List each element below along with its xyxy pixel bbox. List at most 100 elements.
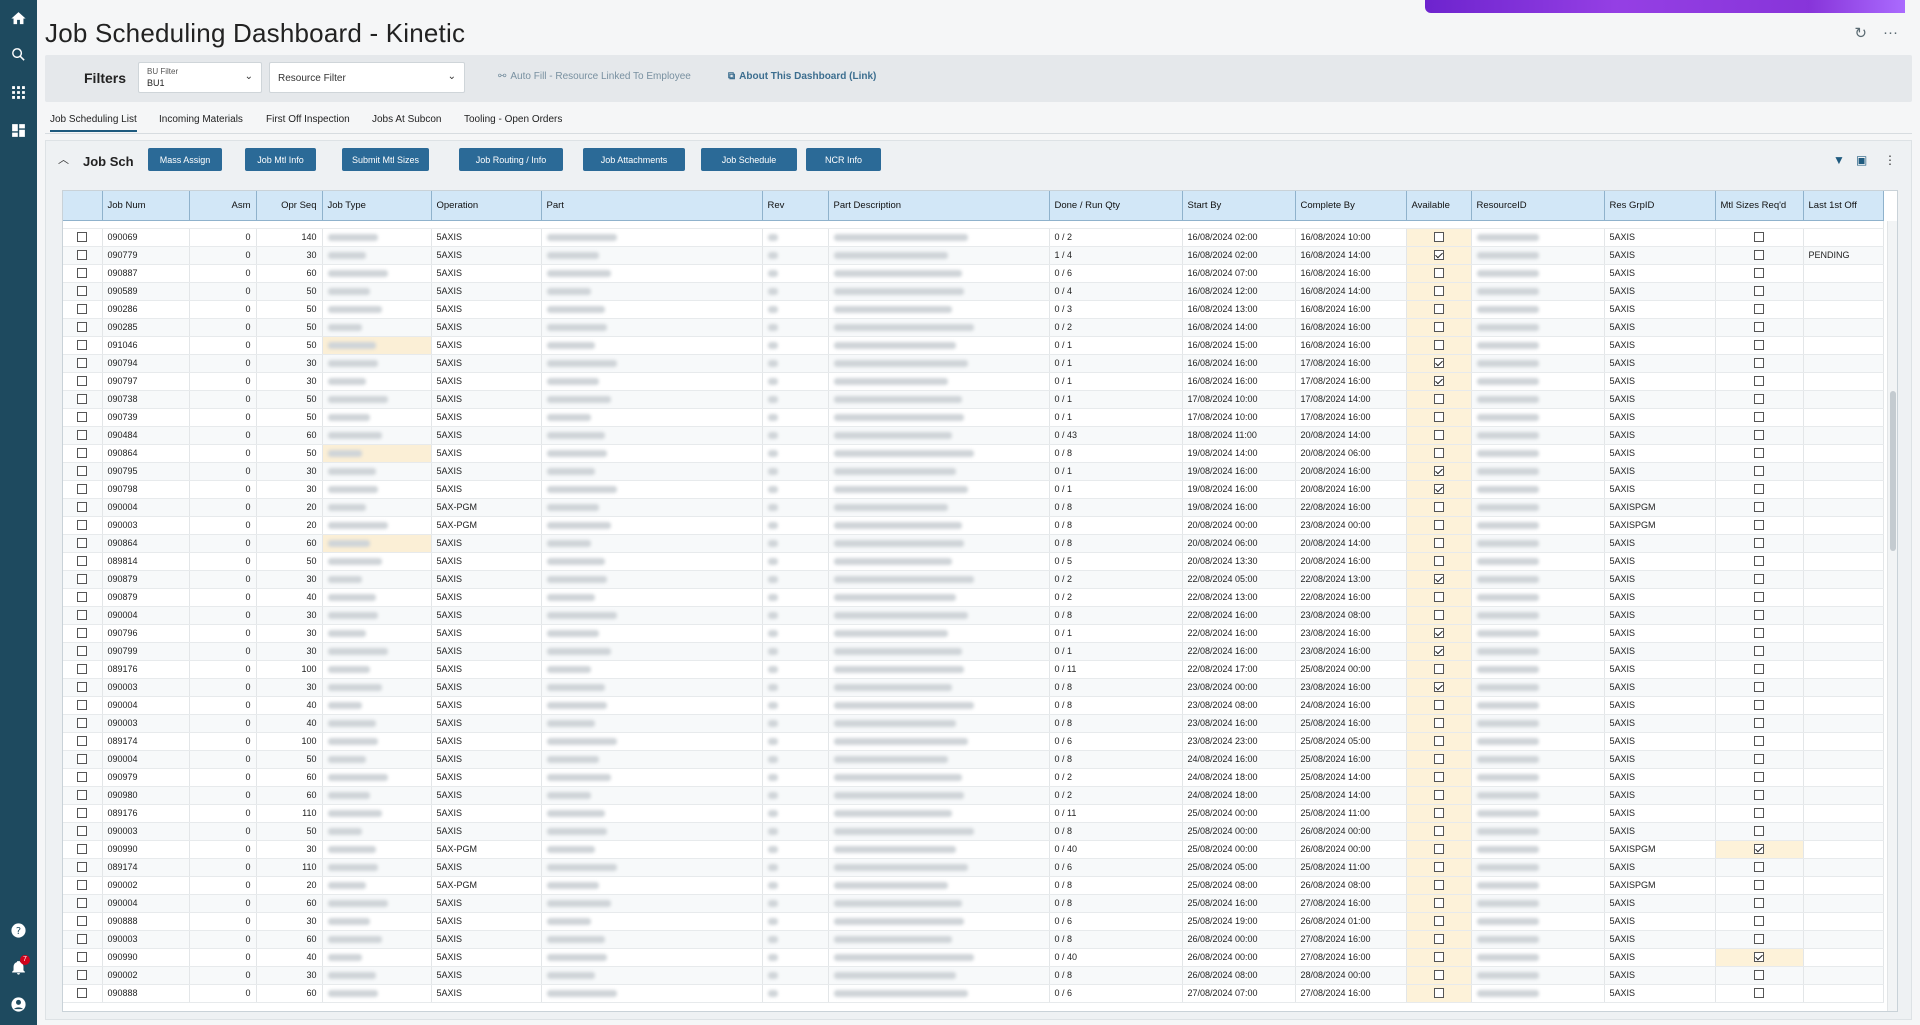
row-select-cell[interactable] (63, 318, 103, 337)
row-select-checkbox[interactable] (77, 700, 88, 711)
table-row[interactable]: 090003 0 50 5AXIS 0 / 8 25/08/2024 00:00 26/08… (63, 822, 1884, 841)
available-checkbox[interactable] (1433, 700, 1444, 711)
table-row[interactable]: 089174 0 100 5AXIS 0 / 6 23/08/2024 23:00 25/0… (63, 732, 1884, 751)
row-select-cell[interactable] (63, 498, 103, 517)
available-checkbox[interactable] (1433, 592, 1444, 603)
tab-incoming-materials[interactable]: Incoming Materials (159, 114, 243, 125)
col-part-description[interactable]: Part Description (828, 191, 1050, 221)
available-checkbox[interactable] (1433, 628, 1444, 639)
mtl-sizes-reqd-checkbox[interactable] (1754, 718, 1764, 729)
row-select-cell[interactable] (63, 570, 103, 589)
mtl-sizes-reqd-checkbox[interactable] (1754, 952, 1764, 963)
save-layout-icon[interactable]: ▣ (1856, 153, 1867, 167)
col-operation[interactable]: Operation (431, 191, 542, 221)
row-select-cell[interactable] (63, 300, 103, 319)
row-select-checkbox[interactable] (77, 466, 88, 477)
select-all-column[interactable] (63, 191, 103, 221)
row-select-cell[interactable] (63, 768, 103, 787)
mtl-sizes-reqd-checkbox[interactable] (1754, 790, 1764, 801)
mtl-sizes-reqd-checkbox[interactable] (1754, 538, 1764, 549)
row-select-checkbox[interactable] (77, 340, 88, 351)
row-select-checkbox[interactable] (77, 412, 88, 423)
col-mtl-sizes-reqd[interactable]: Mtl Sizes Req'd (1715, 191, 1804, 221)
table-row[interactable]: 090589 0 50 5AXIS 0 / 4 16/08/2024 12:00 16/08… (63, 282, 1884, 301)
table-row[interactable]: 090888 0 60 5AXIS 0 / 6 27/08/2024 07:00 27/08… (63, 984, 1884, 1003)
table-row[interactable]: 090004 0 60 5AXIS 0 / 8 25/08/2024 16:00 27/08… (63, 894, 1884, 913)
row-select-checkbox[interactable] (77, 952, 88, 963)
row-select-cell[interactable] (63, 786, 103, 805)
row-select-cell[interactable] (63, 642, 103, 661)
mtl-sizes-reqd-checkbox[interactable] (1754, 502, 1764, 513)
col-job-type[interactable]: Job Type (322, 191, 432, 221)
job-routing-info-button[interactable]: Job Routing / Info (459, 148, 563, 171)
available-checkbox[interactable] (1433, 646, 1444, 657)
table-row[interactable]: 090879 0 40 5AXIS 0 / 2 22/08/2024 13:00 22/08… (63, 588, 1884, 607)
mtl-sizes-reqd-checkbox[interactable] (1754, 700, 1764, 711)
col-complete-by[interactable]: Complete By (1295, 191, 1407, 221)
table-row[interactable]: 090002 0 20 5AX-PGM 0 / 8 25/08/2024 08:00 26/… (63, 876, 1884, 895)
row-select-checkbox[interactable] (77, 664, 88, 675)
mtl-sizes-reqd-checkbox[interactable] (1754, 772, 1764, 783)
row-select-checkbox[interactable] (77, 268, 88, 279)
resource-filter-dropdown[interactable]: Resource Filter ⌄ (269, 62, 465, 93)
mtl-sizes-reqd-checkbox[interactable] (1754, 628, 1764, 639)
row-select-checkbox[interactable] (77, 394, 88, 405)
table-row[interactable]: 090990 0 30 5AX-PGM 0 / 40 25/08/2024 00:00 26… (63, 840, 1884, 859)
home-icon[interactable] (6, 6, 31, 31)
row-select-cell[interactable] (63, 462, 103, 481)
available-checkbox[interactable] (1433, 250, 1444, 261)
table-row[interactable]: 089814 0 50 5AXIS 0 / 5 20/08/2024 13:30 20/08… (63, 552, 1884, 571)
table-row[interactable]: 090798 0 30 5AXIS 0 / 1 19/08/2024 16:00 20/08… (63, 480, 1884, 499)
table-row[interactable]: 090003 0 40 5AXIS 0 / 8 23/08/2024 16:00 25/08… (63, 714, 1884, 733)
row-select-checkbox[interactable] (77, 790, 88, 801)
tab-jobs-at-subcon[interactable]: Jobs At Subcon (372, 114, 442, 125)
table-row[interactable]: 090004 0 40 5AXIS 0 / 8 23/08/2024 08:00 24/08… (63, 696, 1884, 715)
available-checkbox[interactable] (1433, 322, 1444, 333)
table-row[interactable]: 090003 0 20 5AX-PGM 0 / 8 20/08/2024 00:00 23/… (63, 516, 1884, 535)
available-checkbox[interactable] (1433, 754, 1444, 765)
row-select-checkbox[interactable] (77, 520, 88, 531)
available-checkbox[interactable] (1433, 466, 1444, 477)
available-checkbox[interactable] (1433, 772, 1444, 783)
col-part[interactable]: Part (541, 191, 763, 221)
mtl-sizes-reqd-checkbox[interactable] (1754, 826, 1764, 837)
row-select-checkbox[interactable] (77, 322, 88, 333)
row-select-checkbox[interactable] (77, 232, 88, 243)
tab-job-scheduling-list[interactable]: Job Scheduling List (50, 114, 137, 132)
available-checkbox[interactable] (1433, 880, 1444, 891)
mtl-sizes-reqd-checkbox[interactable] (1754, 610, 1764, 621)
table-row[interactable]: 090004 0 30 5AXIS 0 / 8 22/08/2024 16:00 23/08… (63, 606, 1884, 625)
mtl-sizes-reqd-checkbox[interactable] (1754, 466, 1764, 477)
table-row[interactable]: 090980 0 60 5AXIS 0 / 2 24/08/2024 18:00 25/08… (63, 786, 1884, 805)
mtl-sizes-reqd-checkbox[interactable] (1754, 682, 1764, 693)
mtl-sizes-reqd-checkbox[interactable] (1754, 970, 1764, 981)
table-row[interactable]: 090739 0 50 5AXIS 0 / 1 17/08/2024 10:00 17/08… (63, 408, 1884, 427)
available-checkbox[interactable] (1433, 520, 1444, 531)
mtl-sizes-reqd-checkbox[interactable] (1754, 286, 1764, 297)
col-done-run-qty[interactable]: Done / Run Qty (1049, 191, 1183, 221)
mtl-sizes-reqd-checkbox[interactable] (1754, 250, 1764, 261)
mtl-sizes-reqd-checkbox[interactable] (1754, 844, 1764, 855)
row-select-checkbox[interactable] (77, 754, 88, 765)
row-select-cell[interactable] (63, 552, 103, 571)
row-select-cell[interactable] (63, 354, 103, 373)
available-checkbox[interactable] (1433, 412, 1444, 423)
available-checkbox[interactable] (1433, 862, 1444, 873)
table-row[interactable]: 090069 0 140 5AXIS 0 / 2 16/08/2024 02:00 16/0… (63, 228, 1884, 247)
row-select-checkbox[interactable] (77, 808, 88, 819)
available-checkbox[interactable] (1433, 268, 1444, 279)
available-checkbox[interactable] (1433, 844, 1444, 855)
row-select-cell[interactable] (63, 894, 103, 913)
available-checkbox[interactable] (1433, 430, 1444, 441)
mtl-sizes-reqd-checkbox[interactable] (1754, 808, 1764, 819)
mtl-sizes-reqd-checkbox[interactable] (1754, 322, 1764, 333)
table-row[interactable]: 090794 0 30 5AXIS 0 / 1 16/08/2024 16:00 17/08… (63, 354, 1884, 373)
row-select-checkbox[interactable] (77, 448, 88, 459)
row-select-cell[interactable] (63, 246, 103, 265)
more-options-icon[interactable]: ··· (1883, 24, 1898, 42)
available-checkbox[interactable] (1433, 682, 1444, 693)
mtl-sizes-reqd-checkbox[interactable] (1754, 448, 1764, 459)
mtl-sizes-reqd-checkbox[interactable] (1754, 736, 1764, 747)
available-checkbox[interactable] (1433, 808, 1444, 819)
mtl-sizes-reqd-checkbox[interactable] (1754, 358, 1764, 369)
